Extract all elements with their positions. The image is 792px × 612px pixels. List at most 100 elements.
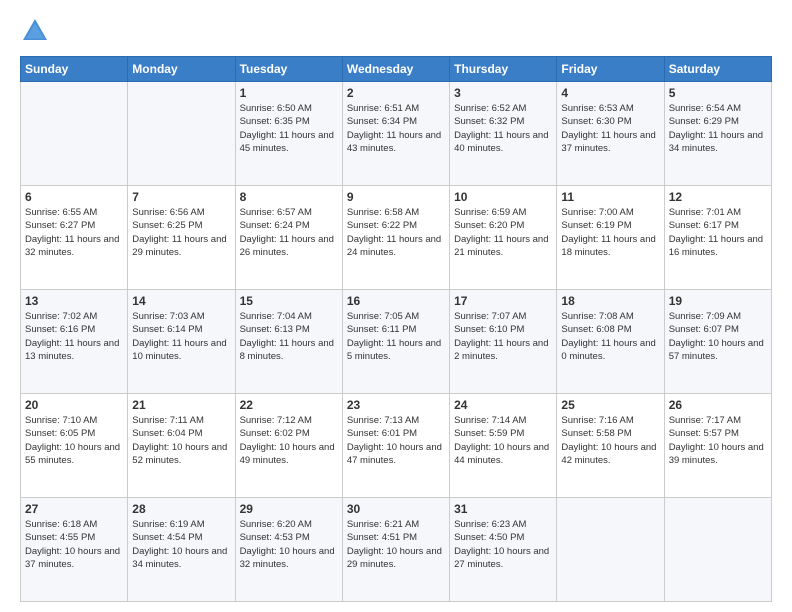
logo [20, 16, 56, 46]
calendar-cell: 23Sunrise: 7:13 AMSunset: 6:01 PMDayligh… [342, 394, 449, 498]
day-header-monday: Monday [128, 57, 235, 82]
day-number: 9 [347, 190, 445, 204]
day-number: 30 [347, 502, 445, 516]
cell-info: Sunrise: 6:51 AMSunset: 6:34 PMDaylight:… [347, 102, 445, 155]
calendar-table: SundayMondayTuesdayWednesdayThursdayFrid… [20, 56, 772, 602]
cell-info: Sunrise: 7:03 AMSunset: 6:14 PMDaylight:… [132, 310, 230, 363]
calendar-cell: 14 Sunrise: 7:03 AMSunset: 6:14 PMDayligh… [128, 290, 235, 394]
cell-info: Sunrise: 7:02 AMSunset: 6:16 PMDaylight:… [25, 310, 123, 363]
calendar-cell: 27Sunrise: 6:18 AMSunset: 4:55 PMDayligh… [21, 498, 128, 602]
cell-info: Sunrise: 6:23 AMSunset: 4:50 PMDaylight:… [454, 518, 552, 571]
cell-info: Sunrise: 7:07 AMSunset: 6:10 PMDaylight:… [454, 310, 552, 363]
calendar-cell: 20 Sunrise: 7:10 AMSunset: 6:05 PMDayligh… [21, 394, 128, 498]
calendar-cell: 12 Sunrise: 7:01 AMSunset: 6:17 PMDayligh… [664, 186, 771, 290]
cell-info: Sunrise: 6:21 AMSunset: 4:51 PMDaylight:… [347, 518, 445, 571]
day-header-thursday: Thursday [450, 57, 557, 82]
day-number: 14 [132, 294, 230, 308]
day-header-saturday: Saturday [664, 57, 771, 82]
days-header-row: SundayMondayTuesdayWednesdayThursdayFrid… [21, 57, 772, 82]
cell-info: Sunrise: 7:17 AMSunset: 5:57 PMDaylight:… [669, 414, 767, 467]
day-number: 17 [454, 294, 552, 308]
header [20, 16, 772, 46]
cell-info: Sunrise: 7:08 AMSunset: 6:08 PMDaylight:… [561, 310, 659, 363]
calendar-cell: 1 Sunrise: 6:50 AMSunset: 6:35 PMDaylight… [235, 82, 342, 186]
day-number: 21 [132, 398, 230, 412]
cell-info: Sunrise: 6:59 AMSunset: 6:20 PMDaylight:… [454, 206, 552, 259]
cell-info: Sunrise: 7:04 AMSunset: 6:13 PMDaylight:… [240, 310, 338, 363]
day-number: 13 [25, 294, 123, 308]
cell-info: Sunrise: 6:20 AMSunset: 4:53 PMDaylight:… [240, 518, 338, 571]
cell-info: Sunrise: 6:58 AMSunset: 6:22 PMDaylight:… [347, 206, 445, 259]
week-row-4: 27Sunrise: 6:18 AMSunset: 4:55 PMDayligh… [21, 498, 772, 602]
day-number: 6 [25, 190, 123, 204]
cell-info: Sunrise: 7:05 AMSunset: 6:11 PMDaylight:… [347, 310, 445, 363]
page: SundayMondayTuesdayWednesdayThursdayFrid… [0, 0, 792, 612]
cell-info: Sunrise: 6:56 AMSunset: 6:25 PMDaylight:… [132, 206, 230, 259]
day-number: 5 [669, 86, 767, 100]
calendar-cell: 17 Sunrise: 7:07 AMSunset: 6:10 PMDayligh… [450, 290, 557, 394]
day-header-tuesday: Tuesday [235, 57, 342, 82]
calendar-cell [21, 82, 128, 186]
calendar-cell: 21 Sunrise: 7:11 AMSunset: 6:04 PMDayligh… [128, 394, 235, 498]
calendar-cell: 5 Sunrise: 6:54 AMSunset: 6:29 PMDaylight… [664, 82, 771, 186]
calendar-cell: 29Sunrise: 6:20 AMSunset: 4:53 PMDayligh… [235, 498, 342, 602]
day-number: 24 [454, 398, 552, 412]
calendar-cell: 25 Sunrise: 7:16 AMSunset: 5:58 PMDayligh… [557, 394, 664, 498]
calendar-cell: 13 Sunrise: 7:02 AMSunset: 6:16 PMDayligh… [21, 290, 128, 394]
week-row-3: 20 Sunrise: 7:10 AMSunset: 6:05 PMDayligh… [21, 394, 772, 498]
day-number: 8 [240, 190, 338, 204]
day-header-wednesday: Wednesday [342, 57, 449, 82]
cell-info: Sunrise: 6:54 AMSunset: 6:29 PMDaylight:… [669, 102, 767, 155]
cell-info: Sunrise: 7:09 AMSunset: 6:07 PMDaylight:… [669, 310, 767, 363]
week-row-2: 13 Sunrise: 7:02 AMSunset: 6:16 PMDayligh… [21, 290, 772, 394]
calendar-cell: 22 Sunrise: 7:12 AMSunset: 6:02 PMDayligh… [235, 394, 342, 498]
calendar-cell: 24 Sunrise: 7:14 AMSunset: 5:59 PMDayligh… [450, 394, 557, 498]
calendar-cell [557, 498, 664, 602]
calendar-cell: 4 Sunrise: 6:53 AMSunset: 6:30 PMDaylight… [557, 82, 664, 186]
day-number: 23 [347, 398, 445, 412]
day-header-sunday: Sunday [21, 57, 128, 82]
day-header-friday: Friday [557, 57, 664, 82]
calendar-cell: 19 Sunrise: 7:09 AMSunset: 6:07 PMDayligh… [664, 290, 771, 394]
cell-info: Sunrise: 7:12 AMSunset: 6:02 PMDaylight:… [240, 414, 338, 467]
day-number: 26 [669, 398, 767, 412]
calendar-cell: 3 Sunrise: 6:52 AMSunset: 6:32 PMDaylight… [450, 82, 557, 186]
day-number: 31 [454, 502, 552, 516]
day-number: 7 [132, 190, 230, 204]
day-number: 22 [240, 398, 338, 412]
day-number: 4 [561, 86, 659, 100]
calendar-cell: 26 Sunrise: 7:17 AMSunset: 5:57 PMDayligh… [664, 394, 771, 498]
day-number: 1 [240, 86, 338, 100]
day-number: 12 [669, 190, 767, 204]
calendar-cell: 28Sunrise: 6:19 AMSunset: 4:54 PMDayligh… [128, 498, 235, 602]
calendar-cell: 18 Sunrise: 7:08 AMSunset: 6:08 PMDayligh… [557, 290, 664, 394]
calendar-cell: 31 Sunrise: 6:23 AMSunset: 4:50 PMDayligh… [450, 498, 557, 602]
day-number: 25 [561, 398, 659, 412]
cell-info: Sunrise: 7:01 AMSunset: 6:17 PMDaylight:… [669, 206, 767, 259]
cell-info: Sunrise: 6:18 AMSunset: 4:55 PMDaylight:… [25, 518, 123, 571]
day-number: 20 [25, 398, 123, 412]
calendar-cell: 6 Sunrise: 6:55 AMSunset: 6:27 PMDaylight… [21, 186, 128, 290]
day-number: 16 [347, 294, 445, 308]
cell-info: Sunrise: 6:52 AMSunset: 6:32 PMDaylight:… [454, 102, 552, 155]
calendar-cell: 10 Sunrise: 6:59 AMSunset: 6:20 PMDayligh… [450, 186, 557, 290]
cell-info: Sunrise: 7:10 AMSunset: 6:05 PMDaylight:… [25, 414, 123, 467]
calendar-cell: 7 Sunrise: 6:56 AMSunset: 6:25 PMDaylight… [128, 186, 235, 290]
week-row-0: 1 Sunrise: 6:50 AMSunset: 6:35 PMDaylight… [21, 82, 772, 186]
cell-info: Sunrise: 6:50 AMSunset: 6:35 PMDaylight:… [240, 102, 338, 155]
cell-info: Sunrise: 6:53 AMSunset: 6:30 PMDaylight:… [561, 102, 659, 155]
calendar-cell: 8Sunrise: 6:57 AMSunset: 6:24 PMDaylight… [235, 186, 342, 290]
cell-info: Sunrise: 7:16 AMSunset: 5:58 PMDaylight:… [561, 414, 659, 467]
day-number: 19 [669, 294, 767, 308]
week-row-1: 6 Sunrise: 6:55 AMSunset: 6:27 PMDaylight… [21, 186, 772, 290]
cell-info: Sunrise: 7:11 AMSunset: 6:04 PMDaylight:… [132, 414, 230, 467]
day-number: 3 [454, 86, 552, 100]
day-number: 2 [347, 86, 445, 100]
calendar-cell: 15Sunrise: 7:04 AMSunset: 6:13 PMDayligh… [235, 290, 342, 394]
cell-info: Sunrise: 7:14 AMSunset: 5:59 PMDaylight:… [454, 414, 552, 467]
cell-info: Sunrise: 6:55 AMSunset: 6:27 PMDaylight:… [25, 206, 123, 259]
calendar-cell: 30 Sunrise: 6:21 AMSunset: 4:51 PMDayligh… [342, 498, 449, 602]
logo-icon [20, 16, 50, 46]
day-number: 18 [561, 294, 659, 308]
day-number: 10 [454, 190, 552, 204]
